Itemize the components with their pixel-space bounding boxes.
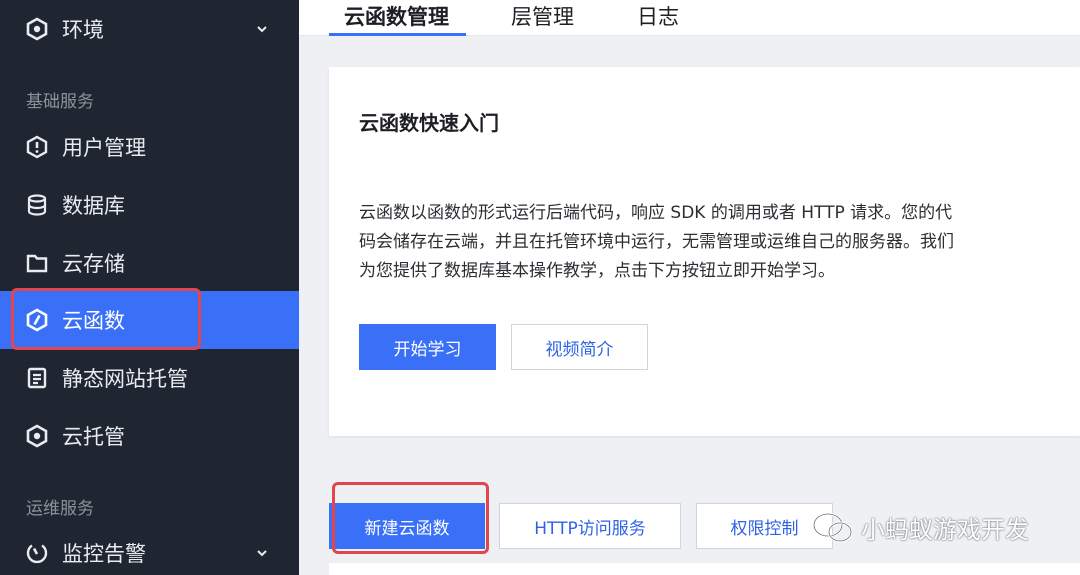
sidebar-item-database[interactable]: 数据库 [0,176,299,234]
group-label-ops: 运维服务 [26,499,94,519]
watermark-text: 小蚂蚁游戏开发 [861,516,1029,544]
function-list-panel [329,563,1080,575]
sidebar-item-cloud-hosting[interactable]: 云托管 [0,407,299,465]
sidebar-item-label: 静态网站托管 [62,367,188,391]
new-function-button[interactable]: 新建云函数 [329,503,485,549]
gauge-icon [24,540,50,566]
active-tab-indicator [329,33,466,36]
group-label-basic: 基础服务 [26,92,94,112]
main-content: 云函数管理 层管理 日志 云函数快速入门 云函数以函数的形式运行后端代码，响应 … [299,0,1080,575]
tab-layer-management[interactable]: 层管理 [511,0,574,36]
wechat-icon [812,512,853,542]
document-icon [24,365,50,391]
sidebar-item-label: 云存储 [62,252,125,276]
chevron-down-icon [257,26,267,33]
watermark: 小蚂蚁游戏开发 [811,510,1029,545]
http-service-button[interactable]: HTTP访问服务 [499,503,681,549]
user-shield-icon [24,134,50,160]
sidebar-item-label: 用户管理 [62,136,146,160]
database-icon [24,192,50,218]
function-icon [24,307,50,333]
sidebar: 环境 基础服务 用户管理 数据库 云存储 云函数 静态网站托管 云托管 运维服务… [0,0,299,575]
hexagon-icon [24,423,50,449]
folder-icon [24,250,50,276]
sidebar-item-cloud-function[interactable]: 云函数 [0,291,299,349]
sidebar-item-user-management[interactable]: 用户管理 [0,118,299,176]
tab-function-management[interactable]: 云函数管理 [344,0,449,36]
sidebar-item-label: 云托管 [62,425,125,449]
tab-logs[interactable]: 日志 [637,0,679,36]
chevron-down-icon [257,550,267,557]
start-learning-button[interactable]: 开始学习 [359,324,496,370]
card-description: 云函数以函数的形式运行后端代码，响应 SDK 的调用或者 HTTP 请求。您的代… [359,203,954,281]
quickstart-card: 云函数快速入门 云函数以函数的形式运行后端代码，响应 SDK 的调用或者 HTT… [329,67,1080,436]
sidebar-item-label: 监控告警 [62,542,146,566]
sidebar-item-label: 数据库 [62,194,125,218]
sidebar-item-static-hosting[interactable]: 静态网站托管 [0,349,299,407]
sidebar-item-storage[interactable]: 云存储 [0,234,299,292]
env-label: 环境 [62,18,104,42]
sidebar-item-label: 云函数 [62,309,125,333]
env-selector[interactable]: 环境 [0,0,299,58]
sidebar-item-monitoring[interactable]: 监控告警 [0,524,299,575]
tab-bar: 云函数管理 层管理 日志 [299,0,1080,36]
hexagon-icon [24,16,50,42]
card-title: 云函数快速入门 [359,111,499,135]
video-intro-button[interactable]: 视频简介 [511,324,648,370]
